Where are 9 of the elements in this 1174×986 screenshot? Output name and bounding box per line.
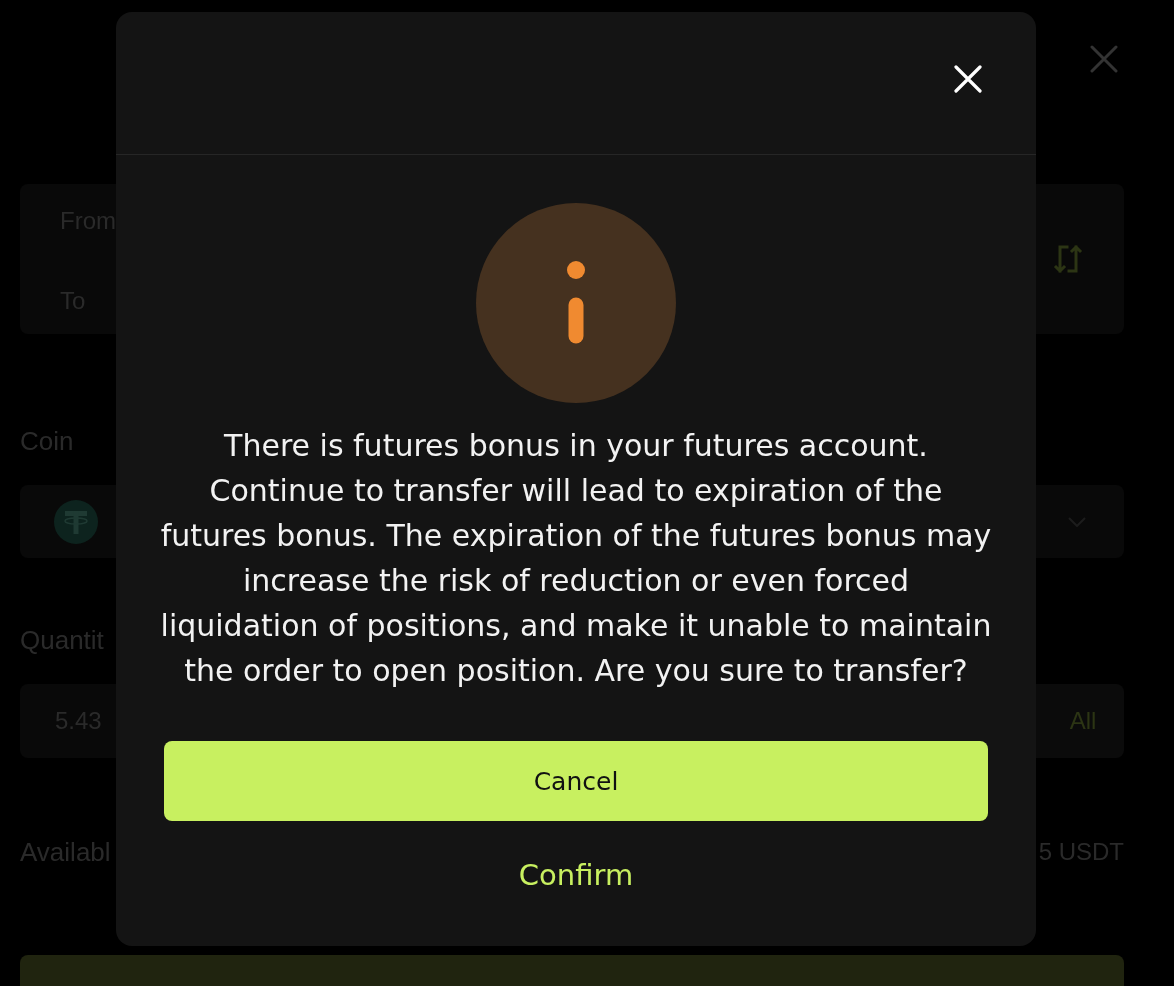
cancel-button[interactable]: Cancel (164, 741, 988, 821)
coin-select[interactable] (1036, 484, 1124, 559)
warning-message: There is futures bonus in your futures account. Continue to transfer will lead to expiration of the futures bonus. The expiration of the futures bonus may increase the risk of reduction or even forced liquidation of positions, and make it unable to maintain the order to open position. Are you sure to transfer? (160, 427, 992, 690)
coin-select[interactable] (20, 484, 116, 559)
confirm-button[interactable]: Confirm (518, 850, 634, 900)
swap-icon[interactable] (1052, 243, 1084, 276)
info-icon (476, 203, 676, 403)
coin-icon (54, 499, 98, 544)
submit-button[interactable] (20, 955, 1124, 986)
